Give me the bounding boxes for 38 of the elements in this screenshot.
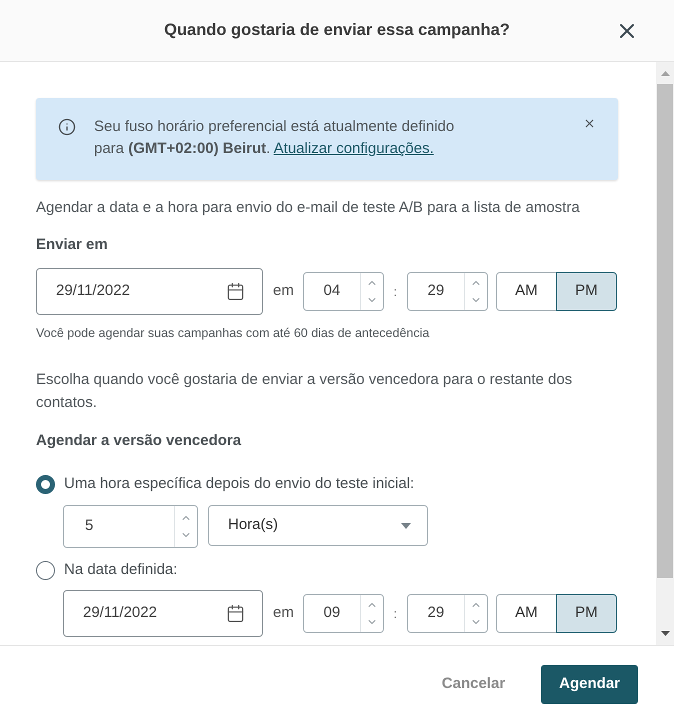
caret-down-icon bbox=[401, 522, 411, 528]
calendar-icon[interactable] bbox=[226, 282, 245, 301]
dialog-title: Quando gostaria de enviar essa campanha? bbox=[164, 20, 510, 42]
info-icon bbox=[58, 118, 76, 136]
period-button[interactable]: PM bbox=[556, 272, 617, 311]
radio-label: Na data definida: bbox=[64, 560, 178, 580]
scroll-down-icon[interactable] bbox=[660, 630, 670, 636]
section-label: Enviar em bbox=[36, 235, 109, 255]
close-icon[interactable] bbox=[583, 117, 596, 130]
scroll-up-icon[interactable] bbox=[660, 70, 670, 76]
radio-label: Uma hora específica depois do envio do teste inicial: bbox=[64, 474, 414, 494]
time-separator: : bbox=[392, 604, 398, 623]
unit-select[interactable]: Hora(s) bbox=[208, 505, 428, 546]
schedule-description: Agendar a data e a hora para envio do e-mail de teste A/B para a lista de amostra bbox=[36, 198, 581, 218]
hour-spinner[interactable]: 09 bbox=[302, 594, 384, 633]
period-button[interactable]: AM bbox=[496, 272, 557, 311]
minute-spinner[interactable]: 29 bbox=[406, 594, 488, 633]
hint-text: Você pode agendar suas campanhas com até 60 dias de antecedência bbox=[36, 325, 430, 342]
scrollbar[interactable] bbox=[656, 62, 674, 645]
radio-button[interactable] bbox=[36, 560, 55, 580]
connector-text: em bbox=[273, 603, 294, 624]
period-button[interactable]: AM bbox=[496, 594, 557, 633]
scrollbar-thumb[interactable] bbox=[657, 84, 673, 578]
winner-description: Escolha quando você gostaria de enviar a versão vencedora para o restante dos contatos. bbox=[36, 370, 574, 413]
settings-link[interactable]: Atualizar configurações. bbox=[274, 140, 434, 157]
number-spinner[interactable]: 5 bbox=[63, 505, 198, 548]
radio-button[interactable] bbox=[36, 474, 55, 494]
period-button[interactable]: PM bbox=[556, 594, 617, 633]
hour-spinner[interactable]: 04 bbox=[302, 272, 384, 311]
section-label: Agendar a versão vencedora bbox=[36, 431, 242, 451]
date-field[interactable]: 29/11/2022 bbox=[36, 268, 263, 315]
date-field[interactable]: 29/11/2022 bbox=[63, 590, 263, 637]
minute-spinner[interactable]: 29 bbox=[406, 272, 488, 311]
schedule-button[interactable]: Agendar bbox=[541, 665, 638, 704]
alert-message: Seu fuso horário preferencial está atualmente definido para (GMT+02:00) Beirut. Atualizar configurações. bbox=[94, 117, 456, 159]
calendar-icon[interactable] bbox=[226, 604, 245, 623]
time-separator: : bbox=[392, 282, 398, 301]
connector-text: em bbox=[273, 281, 294, 302]
